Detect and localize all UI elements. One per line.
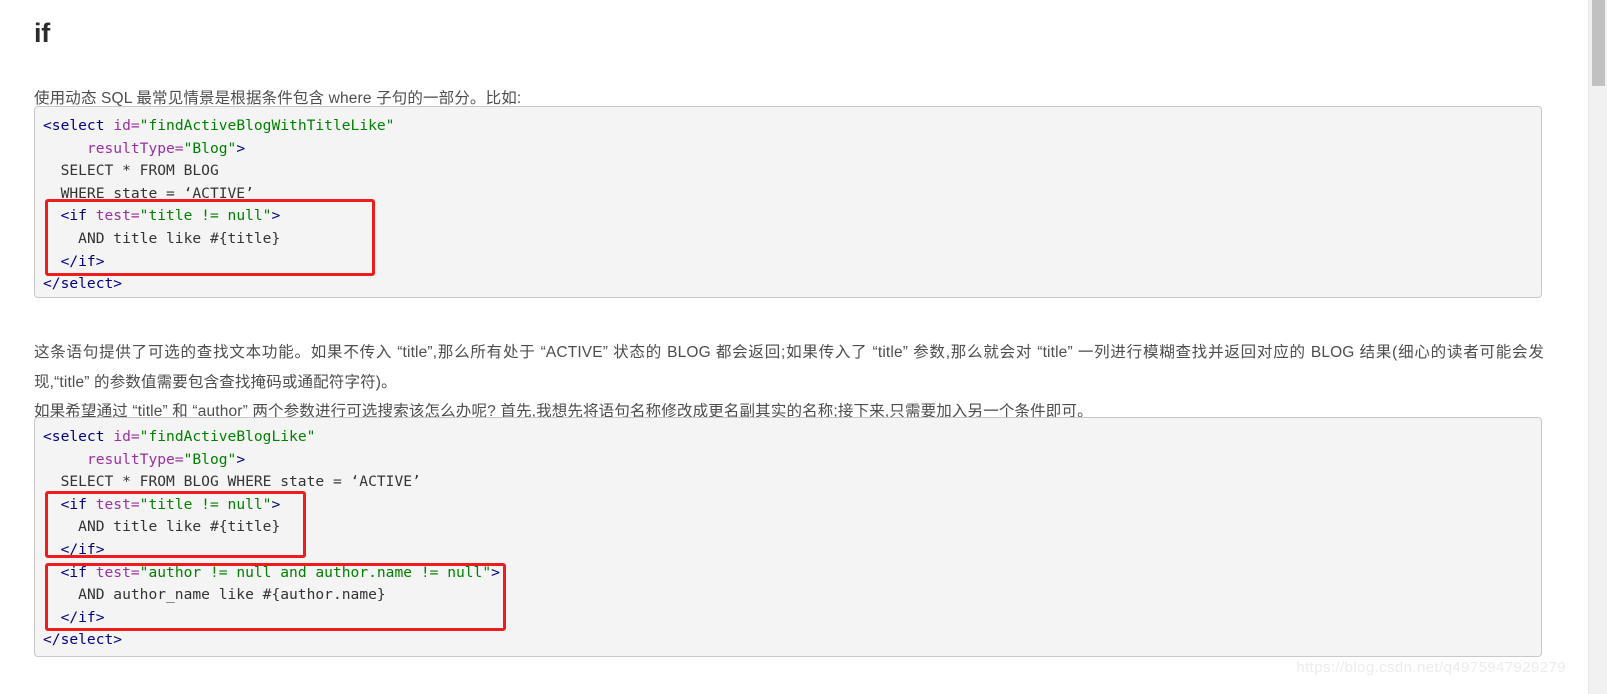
document-page: if 使用动态 SQL 最常见情景是根据条件包含 where 子句的一部分。比如… [0,0,1607,694]
code-content-1: <select id="findActiveBlogWithTitleLike"… [43,117,395,293]
vertical-scrollbar-track[interactable] [1588,0,1607,694]
vertical-scrollbar-thumb[interactable] [1592,0,1605,86]
explanation-paragraph: 这条语句提供了可选的查找文本功能。如果不传入 “title”,那么所有处于 “A… [34,343,1544,391]
code-content-2: <select id="findActiveBlogLike" resultTy… [43,428,500,649]
code-block-find-active-blog-with-title-like: <select id="findActiveBlogWithTitleLike"… [34,106,1542,298]
page-title: if [34,18,51,48]
document-viewport: if 使用动态 SQL 最常见情景是根据条件包含 where 子句的一部分。比如… [0,0,1588,694]
code-block-find-active-blog-like: <select id="findActiveBlogLike" resultTy… [34,417,1542,657]
watermark: https://blog.csdn.net/q4975947929279 [1296,659,1566,676]
